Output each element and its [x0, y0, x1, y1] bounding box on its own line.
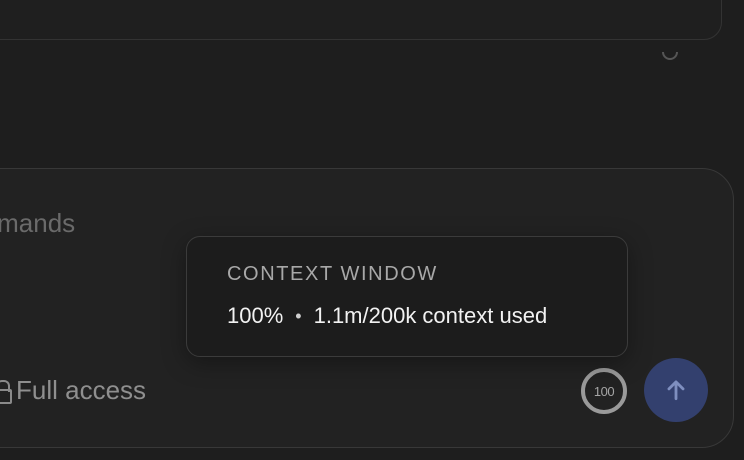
tooltip-title: CONTEXT WINDOW	[227, 263, 438, 285]
previous-message-panel	[0, 0, 722, 40]
context-usage-ring[interactable]: 100	[581, 368, 627, 414]
access-mode-label: Full access	[16, 374, 147, 405]
send-button[interactable]	[644, 358, 708, 422]
separator-dot: •	[295, 305, 302, 326]
context-percent: 100%	[227, 303, 284, 328]
lock-icon	[0, 380, 12, 404]
composer-placeholder[interactable]: commands	[0, 208, 75, 239]
tooltip-usage-line: 100% • 1.1m/200k context used	[227, 303, 547, 329]
partial-icon	[662, 52, 682, 66]
context-window-tooltip: CONTEXT WINDOW 100% • 1.1m/200k context …	[186, 236, 628, 357]
context-ring-value: 100	[593, 383, 615, 399]
access-mode-button[interactable]: Full access	[0, 372, 146, 408]
app-stage: commands Full access 100 CONTEXT WINDOW …	[0, 0, 744, 460]
arrow-up-icon	[667, 380, 685, 401]
context-detail: 1.1m/200k context used	[313, 303, 548, 328]
placeholder-text: commands	[0, 208, 76, 238]
